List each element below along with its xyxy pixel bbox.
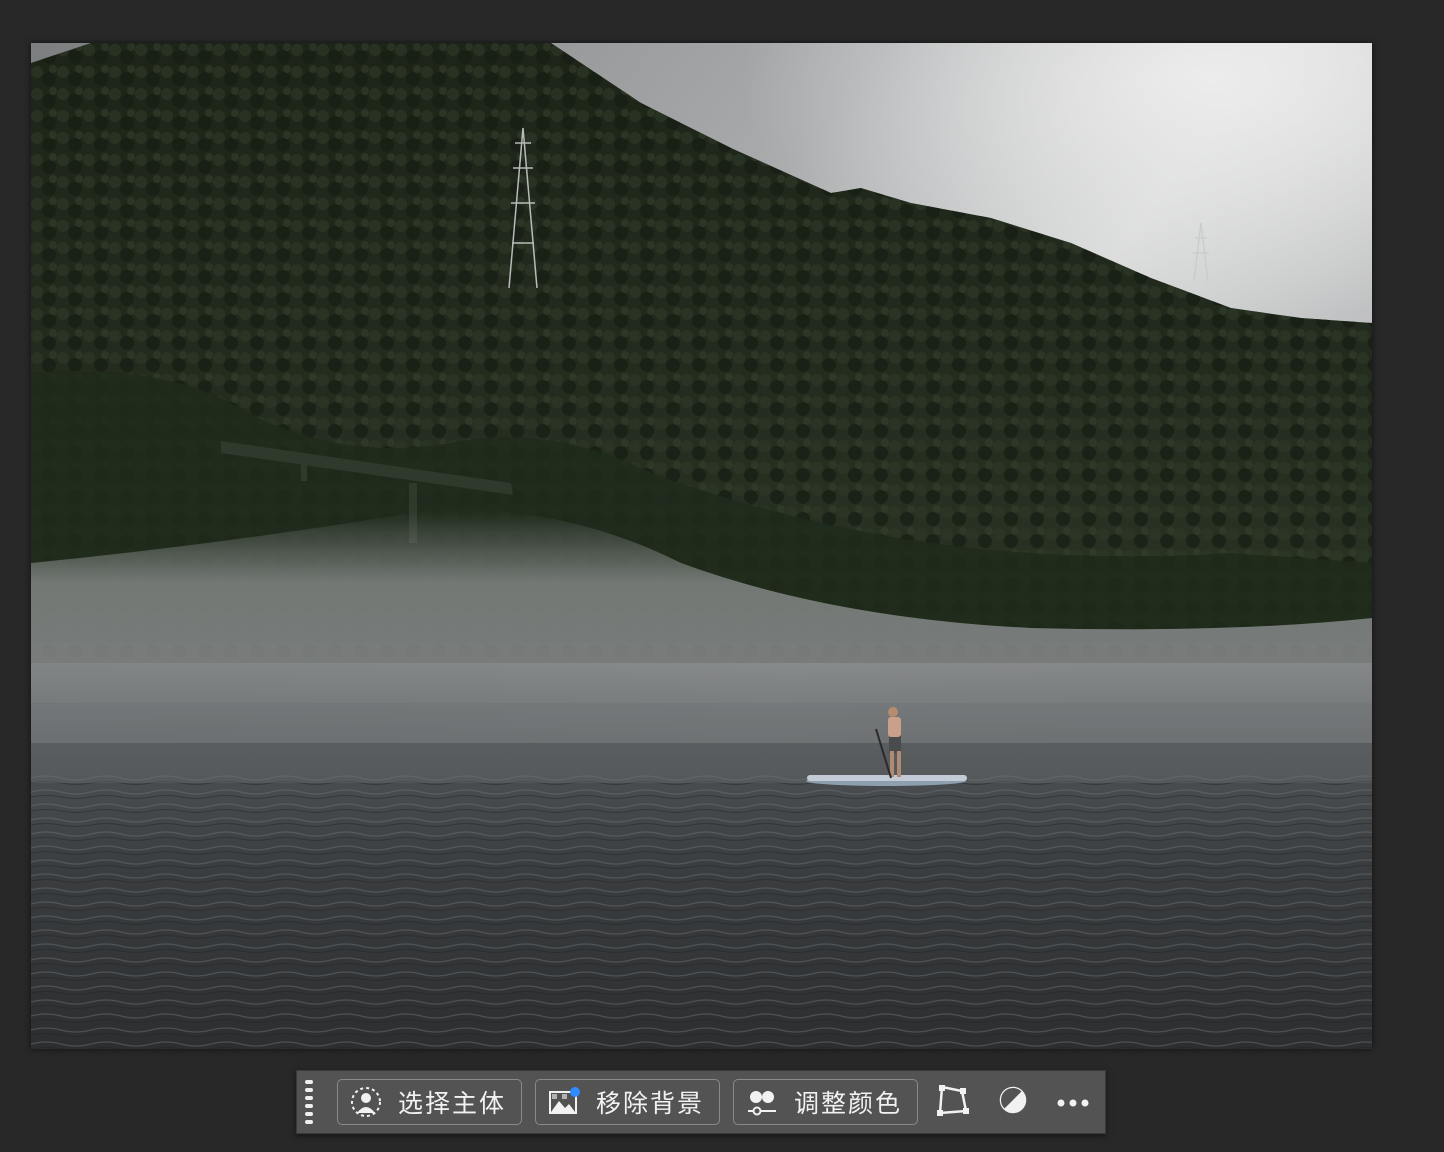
more-button[interactable] [1054,1083,1092,1121]
contextual-taskbar: 选择主体 移除背景 调整颜色 [296,1070,1106,1134]
adjustment-button[interactable] [994,1083,1032,1121]
adjust-color-icon [744,1084,780,1120]
person-select-icon [348,1084,384,1120]
workspace: 选择主体 移除背景 调整颜色 [0,0,1444,1152]
drag-handle-icon[interactable] [305,1080,313,1124]
transform-icon [936,1083,970,1121]
half-circle-icon [998,1085,1028,1119]
image-canvas[interactable] [31,43,1372,1049]
remove-background-label: 移除背景 [596,1089,705,1118]
remove-background-button[interactable]: 移除背景 [535,1079,720,1125]
more-icon [1056,1093,1090,1112]
select-subject-label: 选择主体 [398,1089,507,1118]
adjust-color-button[interactable]: 调整颜色 [733,1079,918,1125]
photo-mountain-lake-paddleboarder [31,43,1372,1049]
transform-button[interactable] [934,1083,972,1121]
image-remove-bg-icon [546,1084,582,1120]
select-subject-button[interactable]: 选择主体 [337,1079,522,1125]
adjust-color-label: 调整颜色 [794,1089,903,1118]
